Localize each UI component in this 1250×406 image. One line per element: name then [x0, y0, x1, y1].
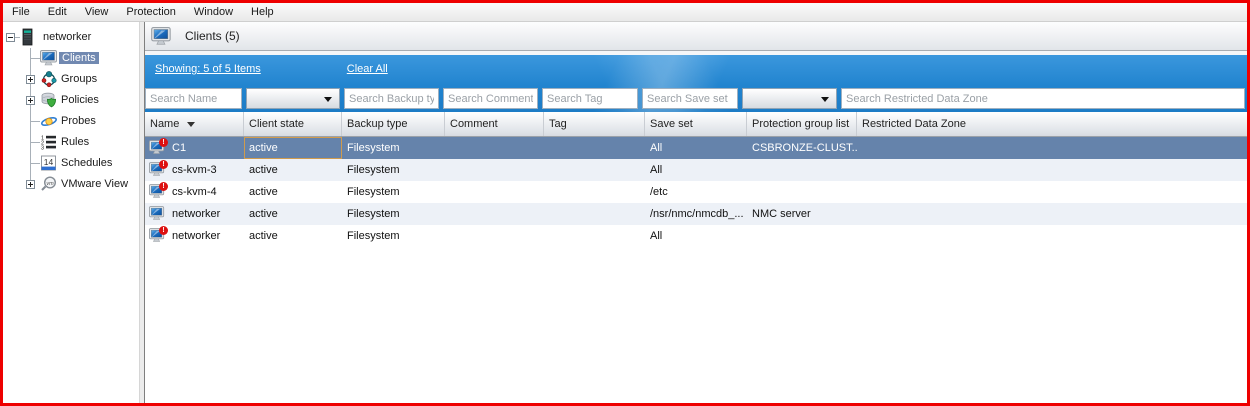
- search-backup-type-input[interactable]: [344, 88, 439, 109]
- server-icon: [19, 28, 37, 45]
- column-header-client-state[interactable]: Client state: [244, 112, 342, 136]
- svg-text:3: 3: [41, 146, 44, 152]
- protection-group-filter-dropdown[interactable]: [742, 88, 837, 109]
- search-name-input[interactable]: [145, 88, 242, 109]
- menu-file[interactable]: File: [3, 4, 39, 20]
- tree-item-networker[interactable]: networker: [3, 27, 139, 48]
- search-save-set-input[interactable]: [642, 88, 738, 109]
- tree-item-schedules[interactable]: 14 Schedules: [3, 153, 139, 174]
- clear-all-link[interactable]: Clear All: [347, 63, 388, 75]
- alert-badge-icon: !: [159, 226, 168, 235]
- client-monitor-icon: !: [149, 140, 166, 156]
- column-header-comment[interactable]: Comment: [445, 112, 544, 136]
- menu-help[interactable]: Help: [242, 4, 283, 20]
- table-row[interactable]: ! cs-kvm-3 active Filesystem All: [145, 159, 1247, 181]
- column-header-restricted-data-zone[interactable]: Restricted Data Zone: [857, 112, 1247, 136]
- column-header-tag[interactable]: Tag: [544, 112, 645, 136]
- rules-icon: 1 2 3: [40, 134, 58, 151]
- sort-desc-icon: [187, 122, 195, 127]
- tree-item-rules[interactable]: 1 2 3 Rules: [3, 132, 139, 153]
- schedules-calendar-icon: 14: [40, 155, 58, 172]
- client-monitor-icon: !: [149, 228, 166, 244]
- column-header-save-set[interactable]: Save set: [645, 112, 747, 136]
- table-row[interactable]: ! C1 active Filesystem All CSBRONZE-CLUS…: [145, 137, 1247, 159]
- tree-item-label: Policies: [61, 94, 99, 106]
- tree-item-label: Schedules: [61, 157, 112, 169]
- tree-item-policies[interactable]: Policies: [3, 90, 139, 111]
- column-header-name[interactable]: Name: [145, 112, 244, 136]
- tree-item-label: VMware View: [61, 178, 128, 190]
- alert-badge-icon: !: [159, 182, 168, 191]
- policies-icon: [40, 92, 58, 109]
- client-monitor-icon: !: [149, 162, 166, 178]
- clients-monitor-icon: [40, 50, 58, 67]
- networker-console-window: File Edit View Protection Window Help: [0, 0, 1250, 406]
- search-tag-input[interactable]: [542, 88, 638, 109]
- tree-item-vmware-view[interactable]: vm VMware View: [3, 174, 139, 195]
- table-row[interactable]: ! cs-kvm-4 active Filesystem /etc: [145, 181, 1247, 203]
- probes-icon: [40, 113, 58, 130]
- expand-icon[interactable]: [26, 75, 35, 84]
- menu-edit[interactable]: Edit: [39, 4, 76, 20]
- alert-badge-icon: !: [159, 138, 168, 147]
- view-header: Clients (5): [145, 22, 1247, 51]
- tree-item-label: Rules: [61, 136, 89, 148]
- filter-panel: Showing: 5 of 5 Items Clear All: [145, 55, 1247, 112]
- menu-bar: File Edit View Protection Window Help: [3, 3, 1247, 22]
- tree-item-label: Groups: [61, 73, 97, 85]
- client-state-cell: active: [244, 137, 342, 159]
- page-title: Clients (5): [185, 29, 240, 43]
- tree-item-label: Clients: [59, 52, 99, 64]
- table-row[interactable]: networker active Filesystem /nsr/nmc/nmc…: [145, 203, 1247, 225]
- tree-item-label: networker: [43, 31, 91, 43]
- tree-item-groups[interactable]: Groups: [3, 69, 139, 90]
- expand-icon[interactable]: [26, 180, 35, 189]
- client-monitor-icon: !: [149, 184, 166, 200]
- tree-item-clients[interactable]: Clients: [3, 48, 139, 69]
- empty-table-area: [145, 247, 1247, 403]
- column-header-protection-group-list[interactable]: Protection group list: [747, 112, 857, 136]
- expand-icon[interactable]: [26, 96, 35, 105]
- groups-icon: [40, 71, 58, 88]
- alert-badge-icon: !: [159, 160, 168, 169]
- client-state-filter-dropdown[interactable]: [246, 88, 340, 109]
- svg-text:14: 14: [44, 157, 54, 167]
- showing-items-link[interactable]: Showing: 5 of 5 Items: [155, 63, 261, 75]
- table-row[interactable]: ! networker active Filesystem All: [145, 225, 1247, 247]
- menu-view[interactable]: View: [76, 4, 118, 20]
- clients-monitor-icon: [151, 27, 172, 46]
- clients-table: ! C1 active Filesystem All CSBRONZE-CLUS…: [145, 137, 1247, 247]
- menu-window[interactable]: Window: [185, 4, 242, 20]
- search-restricted-data-zone-input[interactable]: [841, 88, 1245, 109]
- menu-protection[interactable]: Protection: [117, 4, 185, 20]
- search-comment-input[interactable]: [443, 88, 538, 109]
- tree-item-probes[interactable]: Probes: [3, 111, 139, 132]
- client-monitor-icon: [149, 206, 166, 222]
- tree-item-label: Probes: [61, 115, 96, 127]
- svg-text:vm: vm: [46, 181, 54, 187]
- vmware-magnifier-icon: vm: [40, 176, 58, 193]
- table-header: Name Client state Backup type Comment Ta…: [145, 112, 1247, 137]
- navigation-tree: networker Clients: [3, 22, 139, 403]
- column-header-backup-type[interactable]: Backup type: [342, 112, 445, 136]
- collapse-icon[interactable]: [6, 33, 15, 42]
